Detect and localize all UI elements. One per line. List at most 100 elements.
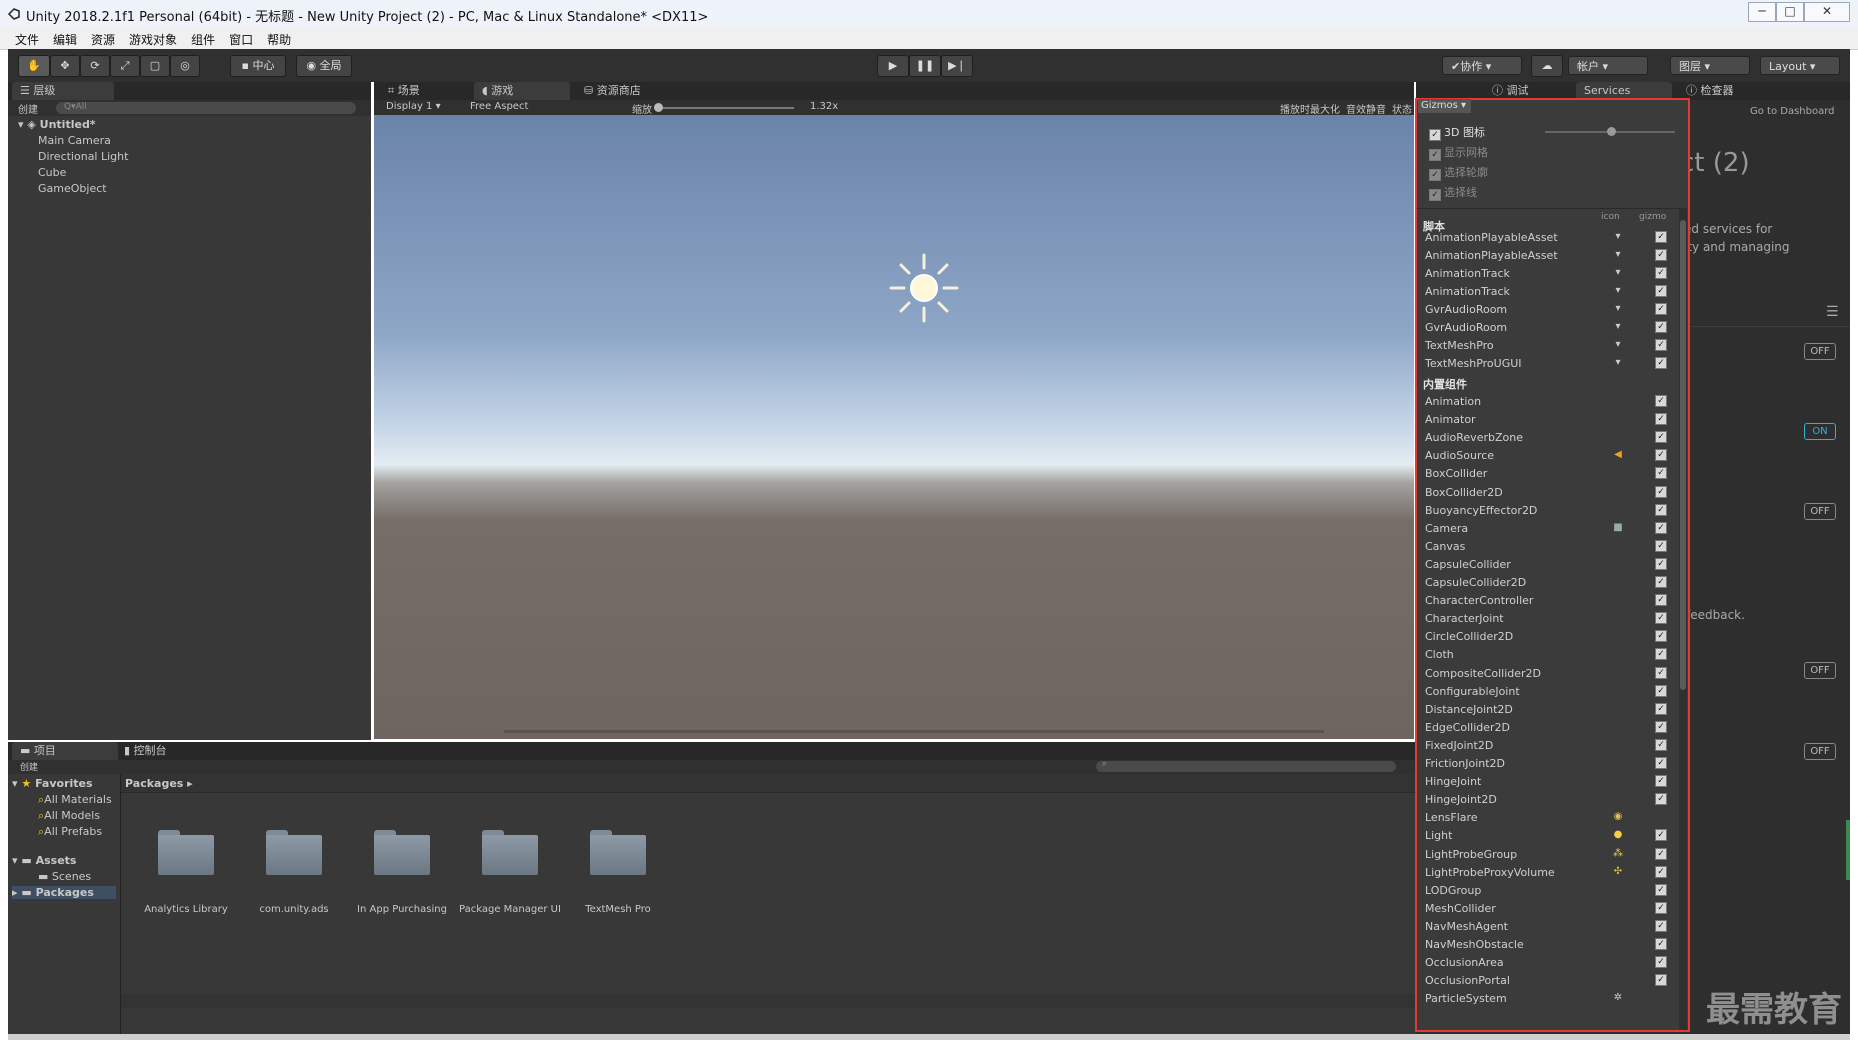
tab-game[interactable]: ◖ 游戏 xyxy=(474,82,570,100)
gizmo-builtin-row[interactable]: CapsuleCollider2D ✓ xyxy=(1425,575,1680,592)
checkbox[interactable]: ✓ xyxy=(1429,189,1441,201)
minimize-button[interactable]: ─ xyxy=(1748,2,1776,22)
hierarchy-item-gameobject[interactable]: GameObject xyxy=(38,182,107,195)
hierarchy-search-input[interactable]: Q▾All xyxy=(56,102,356,114)
gizmo-builtin-row[interactable]: AudioReverbZone ✓ xyxy=(1425,430,1680,447)
gizmo-checkbox[interactable]: ✓ xyxy=(1655,339,1667,351)
gizmo-builtin-row[interactable]: DistanceJoint2D ✓ xyxy=(1425,702,1680,719)
gizmo-builtin-row[interactable]: BoxCollider ✓ xyxy=(1425,466,1680,483)
dropdown-arrow-icon[interactable]: ▾ xyxy=(1612,339,1624,351)
pivot-toggle-button[interactable]: ▪ 中心 xyxy=(230,55,286,77)
gizmo-script-row[interactable]: AnimationPlayableAsset ▾ ✓ xyxy=(1425,230,1680,247)
play-button[interactable]: ▶ xyxy=(877,55,909,77)
tree-all-prefabs[interactable]: ⌕All Prefabs xyxy=(38,825,102,839)
gizmo-checkbox[interactable]: ✓ xyxy=(1655,738,1667,751)
checkbox[interactable]: ✓ xyxy=(1429,129,1441,141)
gizmo-builtin-row[interactable]: Canvas ✓ xyxy=(1425,539,1680,556)
service-toggle[interactable]: ON xyxy=(1804,423,1836,440)
dropdown-arrow-icon[interactable]: ▾ xyxy=(1612,321,1624,333)
scene-root[interactable]: ▾ ◈ Untitled* xyxy=(18,118,96,131)
scale-slider[interactable] xyxy=(654,103,794,112)
dropdown-arrow-icon[interactable]: ▾ xyxy=(1612,357,1624,369)
gizmo-script-row[interactable]: AnimationPlayableAsset ▾ ✓ xyxy=(1425,248,1680,265)
gizmo-builtin-row[interactable]: LODGroup ✓ xyxy=(1425,883,1680,900)
gizmo-checkbox[interactable]: ✓ xyxy=(1655,757,1667,769)
gizmo-checkbox[interactable]: ✓ xyxy=(1655,449,1667,462)
gizmo-builtin-row[interactable]: CompositeCollider2D ✓ xyxy=(1425,666,1680,683)
service-toggle[interactable]: OFF xyxy=(1804,662,1836,679)
service-toggle[interactable]: OFF xyxy=(1804,343,1836,360)
global-toggle-button[interactable]: ◉ 全局 xyxy=(296,55,352,77)
gizmo-builtin-row[interactable]: CharacterJoint ✓ xyxy=(1425,611,1680,628)
gizmo-builtin-row[interactable]: HingeJoint ✓ xyxy=(1425,774,1680,791)
gizmo-checkbox[interactable]: ✓ xyxy=(1655,357,1667,369)
rect-tool-button[interactable]: ▢ xyxy=(140,55,170,77)
gizmo-checkbox[interactable]: ✓ xyxy=(1655,485,1667,498)
tree-all-materials[interactable]: ⌕All Materials xyxy=(38,793,112,807)
hand-tool-button[interactable]: ✋ xyxy=(18,55,50,77)
gizmo-script-row[interactable]: GvrAudioRoom ▾ ✓ xyxy=(1425,320,1680,337)
menu-icon[interactable]: ☰ xyxy=(1826,304,1839,320)
gizmo-checkbox[interactable]: ✓ xyxy=(1655,612,1667,625)
gizmo-checkbox[interactable]: ✓ xyxy=(1655,847,1667,860)
dropdown-arrow-icon[interactable]: ▾ xyxy=(1612,231,1624,243)
speaker-icon[interactable]: ◀ xyxy=(1612,449,1624,461)
dropdown-arrow-icon[interactable]: ▾ xyxy=(1612,267,1624,279)
gizmo-builtin-row[interactable]: BoxCollider2D ✓ xyxy=(1425,485,1680,502)
gizmo-builtin-row[interactable]: Light ● ✓ xyxy=(1425,828,1680,845)
gizmo-script-row[interactable]: GvrAudioRoom ▾ ✓ xyxy=(1425,302,1680,319)
folder-textmesh-pro[interactable] xyxy=(590,830,646,876)
camera-icon[interactable]: ■ xyxy=(1612,522,1624,534)
menu-window[interactable]: 窗口 xyxy=(222,28,260,48)
gizmo-checkbox[interactable]: ✓ xyxy=(1655,539,1667,552)
gizmo-checkbox[interactable]: ✓ xyxy=(1655,285,1667,297)
tab-asset-store[interactable]: ⛁ 资源商店 xyxy=(576,82,649,100)
gizmo-builtin-row[interactable]: NavMeshAgent ✓ xyxy=(1425,919,1680,936)
gizmo-builtin-row[interactable]: Animator ✓ xyxy=(1425,412,1680,429)
gizmos-scrollbar-thumb[interactable] xyxy=(1680,220,1686,690)
gizmo-checkbox[interactable]: ✓ xyxy=(1655,503,1667,516)
gizmo-builtin-row[interactable]: FrictionJoint2D ✓ xyxy=(1425,756,1680,773)
gizmo-checkbox[interactable]: ✓ xyxy=(1655,829,1667,842)
layout-dropdown[interactable]: Layout ▾ xyxy=(1760,56,1840,75)
gizmo-builtin-row[interactable]: OcclusionPortal ✓ xyxy=(1425,973,1680,990)
gizmo-checkbox[interactable]: ✓ xyxy=(1655,630,1667,643)
menu-file[interactable]: 文件 xyxy=(8,28,46,48)
rotate-tool-button[interactable]: ⟳ xyxy=(80,55,110,77)
dropdown-arrow-icon[interactable]: ▾ xyxy=(1612,285,1624,297)
gizmo-checkbox[interactable]: ✓ xyxy=(1655,793,1667,806)
dropdown-arrow-icon[interactable]: ▾ xyxy=(1612,303,1624,315)
gizmo-builtin-row[interactable]: NavMeshObstacle ✓ xyxy=(1425,937,1680,954)
gizmo-checkbox[interactable]: ✓ xyxy=(1655,303,1667,315)
gizmo-checkbox[interactable]: ✓ xyxy=(1655,521,1667,534)
gizmo-builtin-row[interactable]: CharacterController ✓ xyxy=(1425,593,1680,610)
gizmo-checkbox[interactable]: ✓ xyxy=(1655,974,1667,987)
tab-hierarchy[interactable]: ☰ 层级 xyxy=(12,82,114,100)
gizmo-checkbox[interactable]: ✓ xyxy=(1655,883,1667,896)
gizmos-scrollbar-track[interactable] xyxy=(1679,208,1687,1030)
service-toggle[interactable]: OFF xyxy=(1804,503,1836,520)
folder-com-unity-ads[interactable] xyxy=(266,830,322,876)
gizmo-option-3d-icons[interactable]: ✓ 3D 图标 xyxy=(1429,124,1485,141)
gizmo-builtin-row[interactable]: CapsuleCollider ✓ xyxy=(1425,557,1680,574)
gizmo-builtin-row[interactable]: LightProbeProxyVolume ✣ ✓ xyxy=(1425,865,1680,882)
menu-component[interactable]: 组件 xyxy=(184,28,222,48)
menu-edit[interactable]: 编辑 xyxy=(46,28,84,48)
checkbox[interactable]: ✓ xyxy=(1429,169,1441,181)
gizmo-checkbox[interactable]: ✓ xyxy=(1655,431,1667,444)
gizmo-script-row[interactable]: AnimationTrack ▾ ✓ xyxy=(1425,266,1680,283)
gizmo-checkbox[interactable]: ✓ xyxy=(1655,666,1667,679)
probe-volume-icon[interactable]: ✣ xyxy=(1612,866,1624,878)
gizmo-option-selection-outline[interactable]: ✓ 选择轮廓 xyxy=(1429,164,1488,181)
hierarchy-create-button[interactable]: 创建 xyxy=(18,101,38,116)
game-view-scrollbar[interactable] xyxy=(504,730,1324,733)
folder-analytics-library[interactable] xyxy=(158,830,214,876)
scale-tool-button[interactable]: ⤢ xyxy=(110,55,140,77)
gizmo-builtin-row[interactable]: ConfigurableJoint ✓ xyxy=(1425,684,1680,701)
gizmo-checkbox[interactable]: ✓ xyxy=(1655,594,1667,607)
transform-tool-button[interactable]: ◎ xyxy=(170,55,200,77)
gizmo-option-show-grid[interactable]: ✓ 显示网格 xyxy=(1429,144,1488,161)
gizmo-checkbox[interactable]: ✓ xyxy=(1655,395,1667,407)
gizmos-dropdown-button[interactable]: Gizmos ▾ xyxy=(1418,99,1471,113)
gizmo-checkbox[interactable]: ✓ xyxy=(1655,865,1667,878)
